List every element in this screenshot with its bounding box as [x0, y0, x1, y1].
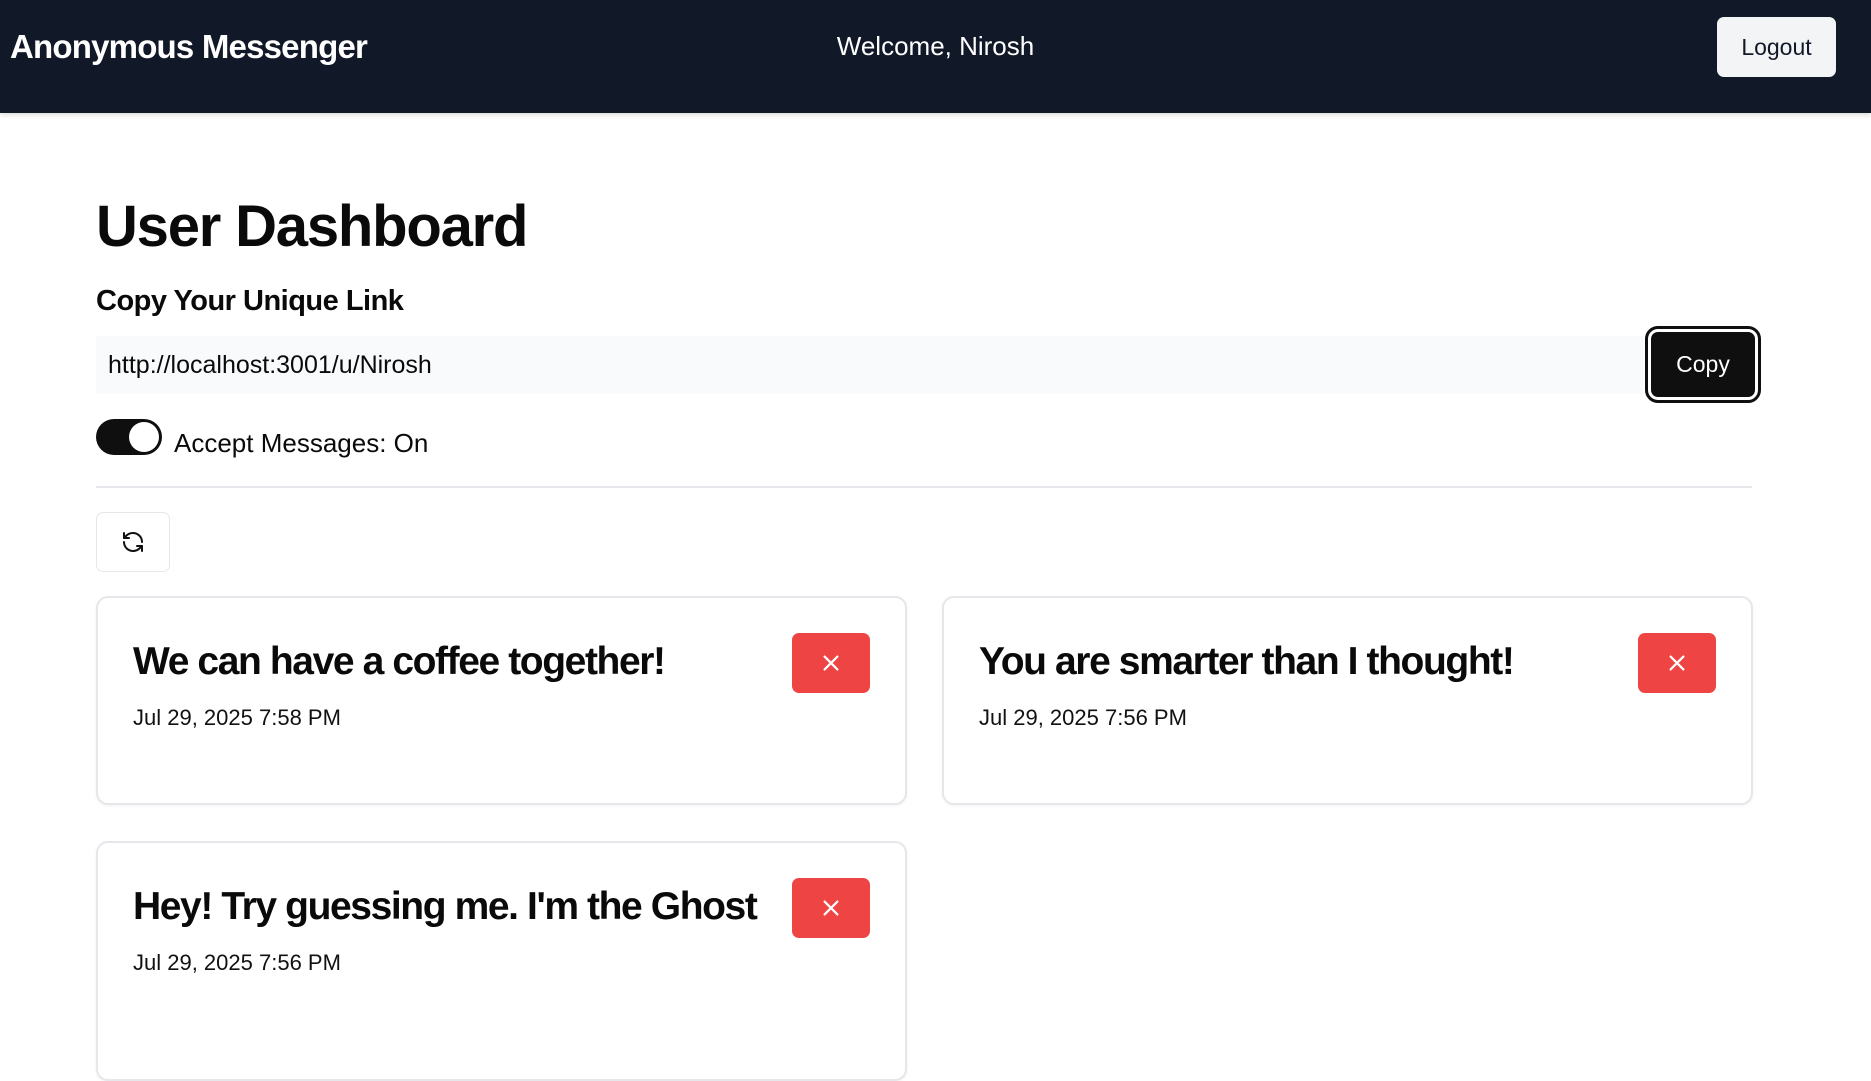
close-icon — [823, 900, 839, 916]
delete-message-button[interactable] — [1638, 633, 1716, 693]
message-timestamp: Jul 29, 2025 7:58 PM — [133, 705, 341, 730]
accept-messages-switch[interactable] — [96, 419, 162, 455]
message-timestamp: Jul 29, 2025 7:56 PM — [133, 950, 341, 975]
unique-link-input[interactable] — [96, 336, 1643, 394]
logout-button[interactable]: Logout — [1717, 17, 1836, 77]
page-title: User Dashboard — [96, 194, 528, 259]
message-content: You are smarter than I thought! — [979, 640, 1515, 683]
message-card: Hey! Try guessing me. I'm the Ghost Jul … — [96, 841, 907, 1081]
close-icon — [1669, 655, 1685, 671]
unique-link-heading: Copy Your Unique Link — [96, 285, 404, 317]
close-icon — [823, 655, 839, 671]
message-card: We can have a coffee together! Jul 29, 2… — [96, 596, 907, 805]
message-timestamp: Jul 29, 2025 7:56 PM — [979, 705, 1187, 730]
refresh-button[interactable] — [96, 512, 170, 572]
copy-button[interactable]: Copy — [1645, 326, 1761, 403]
accept-messages-label: Accept Messages: On — [174, 428, 429, 458]
delete-message-button[interactable] — [792, 878, 870, 938]
message-card: You are smarter than I thought! Jul 29, … — [942, 596, 1753, 805]
switch-knob — [129, 422, 159, 452]
brand-title[interactable]: Anonymous Messenger — [10, 26, 368, 68]
message-content: We can have a coffee together! — [133, 640, 666, 683]
refresh-icon — [123, 532, 143, 552]
delete-message-button[interactable] — [792, 633, 870, 693]
message-content: Hey! Try guessing me. I'm the Ghost — [133, 885, 758, 928]
navbar: Anonymous Messenger Welcome, Nirosh Logo… — [0, 0, 1871, 113]
divider — [96, 486, 1752, 488]
